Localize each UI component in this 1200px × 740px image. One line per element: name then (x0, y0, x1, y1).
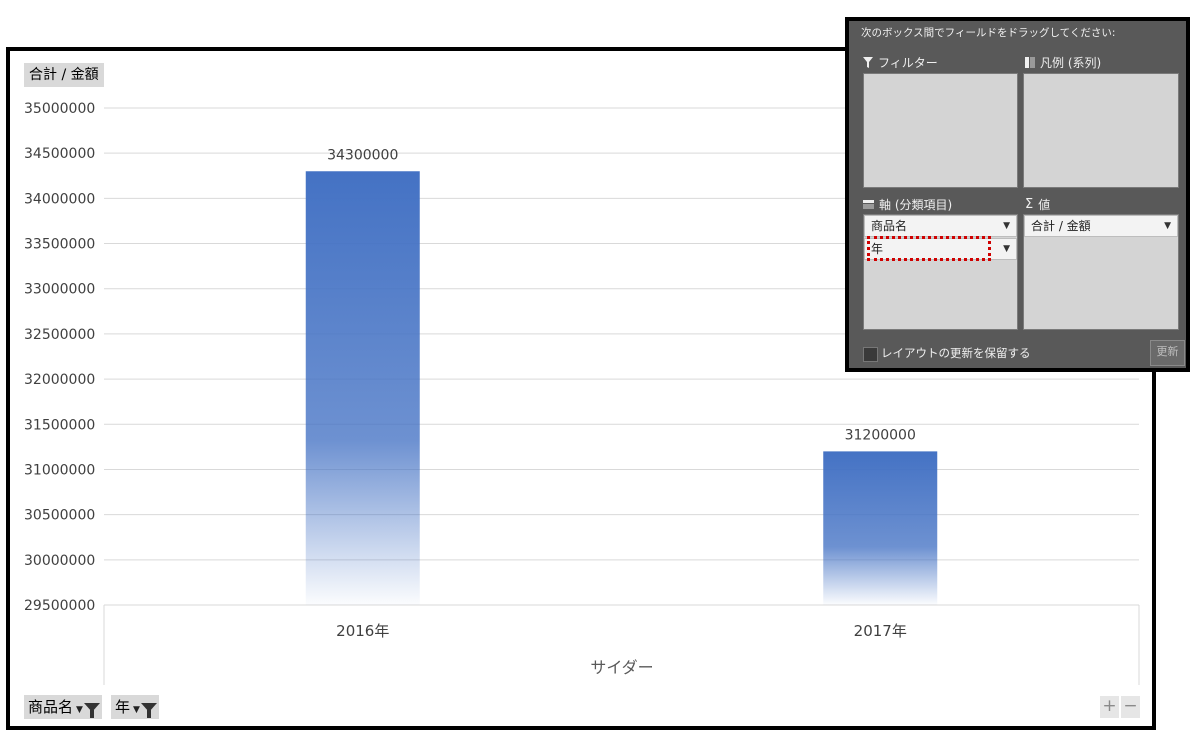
y-tick-label: 33000000 (24, 282, 95, 298)
x-tick-label: 2017年 (854, 622, 907, 640)
legend-drop-area[interactable] (1023, 73, 1179, 188)
value-field-button[interactable]: 合計 / 金額 (24, 63, 104, 87)
sigma-icon: Σ (1025, 197, 1034, 212)
filter-icon (140, 702, 157, 718)
panel-instruction: 次のボックス間でフィールドをドラッグしてください: (861, 27, 1116, 39)
x-axis-title: サイダー (590, 658, 653, 677)
update-button[interactable]: 更新 (1150, 340, 1185, 366)
axis-area-header: 軸 (分類項目) (863, 196, 952, 213)
collapse-button[interactable]: − (1121, 696, 1140, 718)
axis-field-label: 年 (115, 698, 131, 716)
dropdown-arrow-icon: ▼ (133, 705, 140, 715)
filters-drop-area[interactable] (863, 73, 1018, 188)
bar[interactable] (823, 451, 938, 605)
values-area-header: Σ 値 (1025, 197, 1051, 212)
defer-update-checkbox[interactable] (863, 347, 878, 362)
axis-field-button-year[interactable]: 年 ▼ (111, 695, 159, 719)
expand-button[interactable]: + (1100, 696, 1119, 718)
bar[interactable] (305, 171, 420, 605)
dropdown-arrow-icon: ▼ (1003, 221, 1010, 231)
y-tick-label: 34500000 (24, 146, 95, 162)
filters-area-header: フィルター (863, 54, 938, 71)
y-tick-label: 32000000 (24, 372, 95, 388)
legend-area-header: 凡例 (系列) (1025, 54, 1101, 71)
highlight-annotation (867, 236, 991, 261)
y-tick-label: 30000000 (24, 553, 95, 569)
dropdown-arrow-icon: ▼ (1003, 244, 1010, 254)
axis-field-label: 商品名 (28, 698, 74, 716)
zoom-buttons: + − (1100, 696, 1140, 718)
funnel-icon (863, 57, 873, 68)
y-tick-label: 35000000 (24, 101, 95, 117)
y-tick-label: 33500000 (24, 237, 95, 253)
y-tick-label: 31500000 (24, 417, 95, 433)
y-tick-label: 30500000 (24, 508, 95, 524)
pivot-field-list-panel: 次のボックス間でフィールドをドラッグしてください: フィルター 凡例 (系列) … (845, 17, 1190, 372)
y-tick-label: 34000000 (24, 191, 95, 207)
dropdown-arrow-icon: ▼ (1164, 221, 1171, 231)
filter-icon (83, 702, 100, 718)
axis-field-pill-product[interactable]: 商品名 ▼ (864, 215, 1017, 237)
columns-icon (1025, 57, 1035, 68)
value-field-pill-amount[interactable]: 合計 / 金額 ▼ (1024, 215, 1178, 237)
x-tick-label: 2016年 (336, 622, 389, 640)
rows-icon (863, 200, 874, 209)
axis-field-button-product[interactable]: 商品名 ▼ (24, 695, 102, 719)
y-tick-label: 31000000 (24, 462, 95, 478)
defer-update-label: レイアウトの更新を保留する (881, 346, 1031, 360)
y-tick-label: 29500000 (24, 598, 95, 614)
dropdown-arrow-icon: ▼ (76, 705, 83, 715)
bar-data-label: 31200000 (845, 427, 916, 443)
bar-data-label: 34300000 (327, 147, 398, 163)
y-tick-label: 32500000 (24, 327, 95, 343)
